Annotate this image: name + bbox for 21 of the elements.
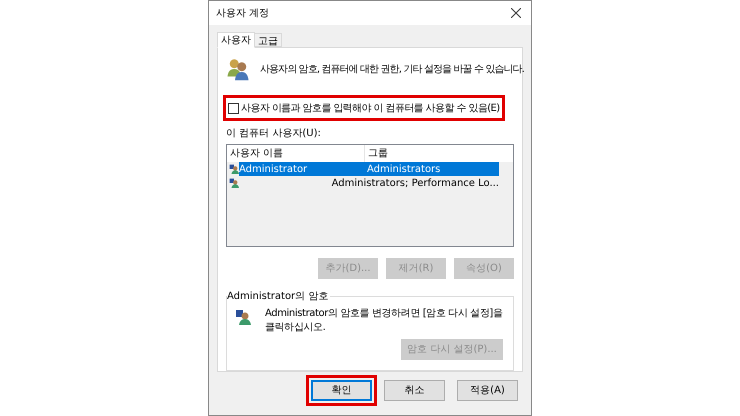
dialog-button[interactable]: 취소 [384, 380, 445, 401]
dialog-button[interactable]: 확인 [311, 380, 372, 401]
user-icon [235, 308, 251, 325]
table-cell: Administrator [239, 164, 308, 175]
table-cell-text: Administrators; Performance Lo... [332, 176, 499, 191]
window-title: 사용자 계정 [216, 6, 270, 20]
dialog-button[interactable]: 적용(A) [457, 380, 518, 401]
checkbox[interactable] [228, 102, 239, 114]
password-hint: Administrator의 암호를 변경하려면 [암호 다시 설정]을 클릭하십시오. [265, 306, 504, 335]
description-text: 사용자의 암호, 컴퓨터에 대한 권한, 기타 설정을 바꿀 수 있습니다. [260, 62, 524, 76]
checkbox-label[interactable]: 사용자 이름과 암호를 입력해야 이 컴퓨터를 사용할 수 있음(E) [241, 100, 500, 116]
column-header[interactable]: 그룹 [365, 145, 499, 162]
users-label: 이 컴퓨터 사용자(U): [226, 127, 322, 142]
list-row[interactable]: Administrators; Performance Lo... [239, 176, 499, 190]
tab[interactable]: 고급 [255, 33, 282, 47]
user-icon [229, 164, 239, 174]
close-icon [511, 8, 521, 18]
table-cell-text: Administrators [367, 162, 440, 177]
user-icon [229, 178, 239, 188]
list-row[interactable]: Administrator Administrators [239, 162, 499, 176]
tab[interactable]: 사용자 [217, 32, 255, 48]
